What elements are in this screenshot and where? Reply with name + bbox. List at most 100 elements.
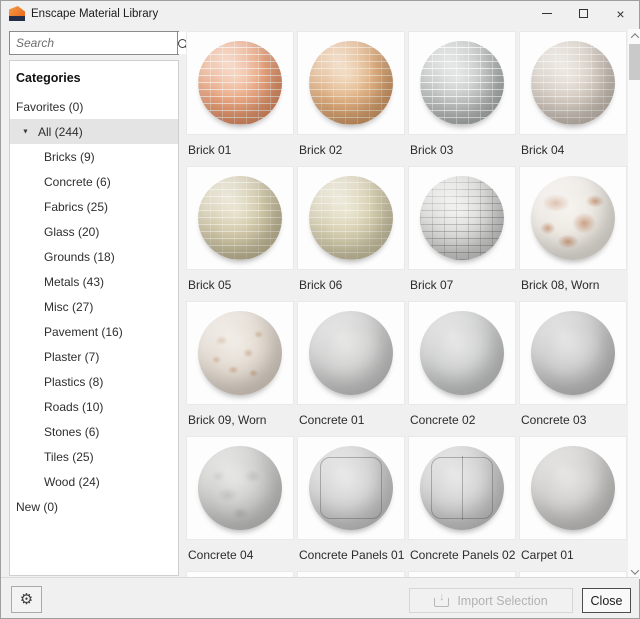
- material-tile[interactable]: Concrete Panels 01: [297, 436, 405, 571]
- material-tile[interactable]: Brick 05: [186, 166, 294, 301]
- window-controls: ×: [528, 1, 639, 26]
- close-button[interactable]: Close: [582, 588, 631, 613]
- material-sphere: [420, 176, 504, 260]
- settings-button[interactable]: ⚙: [11, 586, 42, 613]
- material-tile[interactable]: Brick 03: [408, 31, 516, 166]
- sidebar-item-label: Concrete (6): [44, 175, 111, 189]
- material-preview[interactable]: [297, 31, 405, 135]
- sidebar-item-label: Grounds (18): [44, 250, 115, 264]
- sidebar-item-new[interactable]: New (0): [10, 494, 178, 519]
- material-preview[interactable]: [519, 166, 627, 270]
- material-name: Carpet 01: [519, 540, 627, 571]
- material-name: Brick 08, Worn: [519, 270, 627, 301]
- material-name: Brick 03: [408, 135, 516, 166]
- material-preview[interactable]: [186, 436, 294, 540]
- logo-navy-shape: [9, 16, 25, 21]
- scroll-up-icon[interactable]: [628, 29, 640, 43]
- import-selection-button[interactable]: Import Selection: [409, 588, 573, 613]
- close-window-button[interactable]: ×: [602, 1, 639, 26]
- material-preview[interactable]: [186, 166, 294, 270]
- sidebar-item-grounds[interactable]: Grounds (18): [10, 244, 178, 269]
- material-grid-area: Brick 01Brick 02Brick 03Brick 04 Brick 05…: [186, 31, 627, 579]
- material-tile[interactable]: Brick 04: [519, 31, 627, 166]
- chevron-down-icon: [630, 566, 638, 574]
- categories-list: Favorites (0) ▼ All (244) Bricks (9) Concret…: [10, 94, 178, 519]
- sidebar-item-label: Misc (27): [44, 300, 93, 314]
- material-preview[interactable]: [408, 301, 516, 405]
- sidebar-item-label: Plastics (8): [44, 375, 103, 389]
- material-sphere: [198, 176, 282, 260]
- sidebar-item-label: All (244): [38, 125, 83, 139]
- sidebar-item-label: Pavement (16): [44, 325, 123, 339]
- import-download-icon: [434, 594, 449, 607]
- gear-icon: ⚙: [20, 592, 33, 607]
- material-tile[interactable]: Brick 08, Worn: [519, 166, 627, 301]
- material-preview[interactable]: [297, 436, 405, 540]
- sidebar-item-roads[interactable]: Roads (10): [10, 394, 178, 419]
- sidebar-item-all[interactable]: ▼ All (244): [10, 119, 178, 144]
- material-preview[interactable]: [408, 166, 516, 270]
- material-preview[interactable]: [519, 436, 627, 540]
- categories-header: Categories: [10, 61, 178, 94]
- material-tile[interactable]: Concrete 02: [408, 301, 516, 436]
- material-sphere: [420, 311, 504, 395]
- material-tile[interactable]: Brick 09, Worn: [186, 301, 294, 436]
- material-preview[interactable]: [519, 31, 627, 135]
- search-input[interactable]: [10, 32, 177, 54]
- sidebar-item-favorites[interactable]: Favorites (0): [10, 94, 178, 119]
- sidebar-item-plaster[interactable]: Plaster (7): [10, 344, 178, 369]
- material-tile[interactable]: Concrete Panels 02: [408, 436, 516, 571]
- scrollbar-thumb[interactable]: [629, 44, 640, 80]
- minimize-button[interactable]: [528, 1, 565, 26]
- material-preview[interactable]: [186, 301, 294, 405]
- material-tile[interactable]: Brick 06: [297, 166, 405, 301]
- material-tile[interactable]: Brick 01: [186, 31, 294, 166]
- material-preview[interactable]: [297, 166, 405, 270]
- material-name: Concrete 01: [297, 405, 405, 436]
- enscape-logo-icon: [9, 6, 25, 21]
- import-selection-label: Import Selection: [457, 594, 547, 608]
- material-preview[interactable]: [186, 31, 294, 135]
- sidebar-item-wood[interactable]: Wood (24): [10, 469, 178, 494]
- material-sphere: [198, 41, 282, 125]
- close-icon: ×: [616, 7, 624, 21]
- sidebar-item-misc[interactable]: Misc (27): [10, 294, 178, 319]
- material-preview[interactable]: [297, 301, 405, 405]
- sidebar-item-stones[interactable]: Stones (6): [10, 419, 178, 444]
- sidebar-item-pavement[interactable]: Pavement (16): [10, 319, 178, 344]
- sidebar-item-label: Metals (43): [44, 275, 104, 289]
- sidebar-item-plastics[interactable]: Plastics (8): [10, 369, 178, 394]
- sidebar-item-bricks[interactable]: Bricks (9): [10, 144, 178, 169]
- sidebar-item-label: Fabrics (25): [44, 200, 108, 214]
- material-name: Brick 07: [408, 270, 516, 301]
- material-tile[interactable]: Concrete 01: [297, 301, 405, 436]
- enscape-material-library-window: { "window": { "title": "Enscape Material…: [0, 0, 640, 619]
- material-name: Brick 02: [297, 135, 405, 166]
- material-preview[interactable]: [408, 31, 516, 135]
- material-sphere: [309, 41, 393, 125]
- material-name: Brick 05: [186, 270, 294, 301]
- material-tile[interactable]: Carpet 01: [519, 436, 627, 571]
- material-name: Concrete Panels 02: [408, 540, 516, 571]
- material-preview[interactable]: [519, 301, 627, 405]
- material-name: Concrete 02: [408, 405, 516, 436]
- sidebar-item-concrete[interactable]: Concrete (6): [10, 169, 178, 194]
- material-tile[interactable]: Brick 07: [408, 166, 516, 301]
- material-preview[interactable]: [408, 436, 516, 540]
- material-tile[interactable]: Concrete 04: [186, 436, 294, 571]
- logo-orange-shape: [9, 6, 25, 16]
- maximize-button[interactable]: [565, 1, 602, 26]
- sidebar-item-label: Plaster (7): [44, 350, 99, 364]
- sidebar-item-metals[interactable]: Metals (43): [10, 269, 178, 294]
- material-name: Brick 04: [519, 135, 627, 166]
- material-tile[interactable]: Concrete 03: [519, 301, 627, 436]
- sidebar-item-glass[interactable]: Glass (20): [10, 219, 178, 244]
- material-name: Brick 01: [186, 135, 294, 166]
- material-name: Concrete Panels 01: [297, 540, 405, 571]
- sidebar-item-fabrics[interactable]: Fabrics (25): [10, 194, 178, 219]
- expander-triangle-icon[interactable]: ▼: [22, 128, 29, 135]
- material-tile[interactable]: Brick 02: [297, 31, 405, 166]
- grid-scrollbar[interactable]: [628, 29, 640, 579]
- material-sphere: [531, 311, 615, 395]
- sidebar-item-tiles[interactable]: Tiles (25): [10, 444, 178, 469]
